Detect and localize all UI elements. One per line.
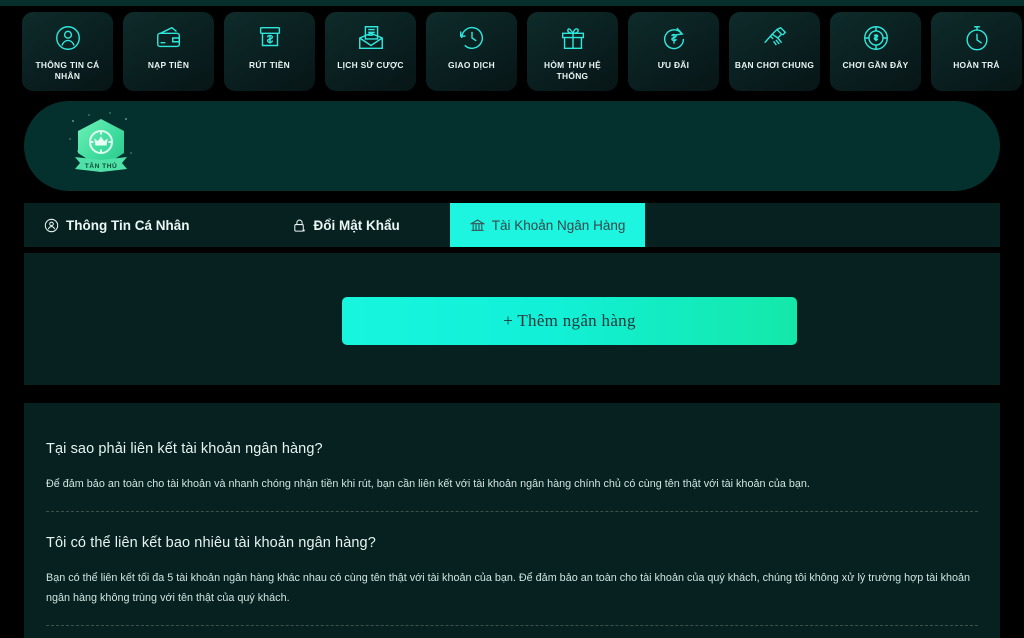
nav-item-label: ƯU ĐÃI [657, 60, 690, 70]
nav-item-bet-history[interactable]: LỊCH SỬ CƯỢC [325, 12, 416, 91]
nav-item-withdraw[interactable]: RÚT TIỀN [224, 12, 315, 91]
atm-cash-icon [255, 23, 285, 53]
nav-item-promotions[interactable]: ƯU ĐÃI [628, 12, 719, 91]
wallet-icon [154, 23, 184, 53]
lock-key-icon [292, 218, 307, 233]
clock-history-icon [457, 23, 487, 53]
nav-item-deposit[interactable]: NẠP TIỀN [123, 12, 214, 91]
nav-item-label: THÔNG TIN CÁ NHÂN [35, 60, 100, 81]
stopwatch-icon [962, 23, 992, 53]
faq-divider [46, 625, 978, 626]
nav-item-label: BẠN CHƠI CHUNG [734, 60, 815, 70]
faq-question: Tôi có thể liên kết bao nhiêu tài khoản … [46, 535, 376, 551]
user-circle-icon [44, 218, 59, 233]
tab-label: Thông Tin Cá Nhân [66, 217, 190, 233]
user-circle-icon [53, 23, 83, 53]
faq-panel: Tại sao phải liên kết tài khoản ngân hàn… [24, 403, 1000, 638]
tab-change-password[interactable]: Đổi Mật Khẩu [272, 203, 420, 247]
nav-item-co-players[interactable]: BẠN CHƠI CHUNG [729, 12, 820, 91]
svg-text:TÂN THỦ: TÂN THỦ [85, 161, 117, 170]
tab-label: Tài Khoản Ngân Hàng [491, 217, 626, 233]
nav-item-system-mailbox[interactable]: HÒM THƯ HỆ THỐNG [527, 12, 618, 91]
bank-account-panel: + Thêm ngân hàng [24, 253, 1000, 385]
main-navigation-bar: THÔNG TIN CÁ NHÂN NẠP TIỀN RÚT TIỀN LỊCH… [0, 6, 1024, 98]
nav-item-label: RÚT TIỀN [248, 60, 291, 70]
nav-item-label: NẠP TIỀN [147, 60, 190, 70]
add-bank-button[interactable]: + Thêm ngân hàng [342, 297, 797, 345]
faq-answer: Bạn có thể liên kết tối đa 5 tài khoản n… [46, 572, 971, 604]
handshake-icon [760, 23, 790, 53]
bank-icon [469, 218, 485, 233]
profile-banner: TÂN THỦ NEW andree1 Số dư: 0 Hoàn trả： 0 [24, 101, 1000, 191]
gift-icon [558, 23, 588, 53]
faq-question: Tại sao phải liên kết tài khoản ngân hàn… [46, 441, 323, 457]
account-tab-bar: Thông Tin Cá Nhân Đổi Mật Khẩu Tài Khoản… [24, 203, 1000, 247]
tab-bank-account[interactable]: Tài Khoản Ngân Hàng [449, 203, 646, 247]
poker-chip-icon [861, 23, 891, 53]
mail-document-icon [356, 23, 386, 53]
nav-item-label: GIAO DỊCH [448, 60, 495, 70]
nav-item-label: HOÀN TRẢ [953, 60, 1000, 70]
nav-item-label: HÒM THƯ HỆ THỐNG [544, 60, 601, 81]
shield-crown-icon: TÂN THỦ [62, 107, 140, 185]
nav-item-label: LỊCH SỬ CƯỢC [337, 60, 404, 70]
faq-answer: Để đảm bảo an toàn cho tài khoản và nhan… [46, 478, 810, 490]
nav-item-transactions[interactable]: GIAO DỊCH [426, 12, 517, 91]
tab-label: Đổi Mật Khẩu [313, 217, 400, 233]
dollar-refresh-icon [659, 23, 689, 53]
nav-item-recently-played[interactable]: CHƠI GẦN ĐÂY [830, 12, 921, 91]
nav-item-label: CHƠI GẦN ĐÂY [842, 60, 909, 70]
nav-item-rebate[interactable]: HOÀN TRẢ [931, 12, 1022, 91]
nav-item-profile[interactable]: THÔNG TIN CÁ NHÂN [22, 12, 113, 91]
tab-personal-info[interactable]: Thông Tin Cá Nhân [24, 203, 210, 247]
faq-divider [46, 511, 978, 512]
